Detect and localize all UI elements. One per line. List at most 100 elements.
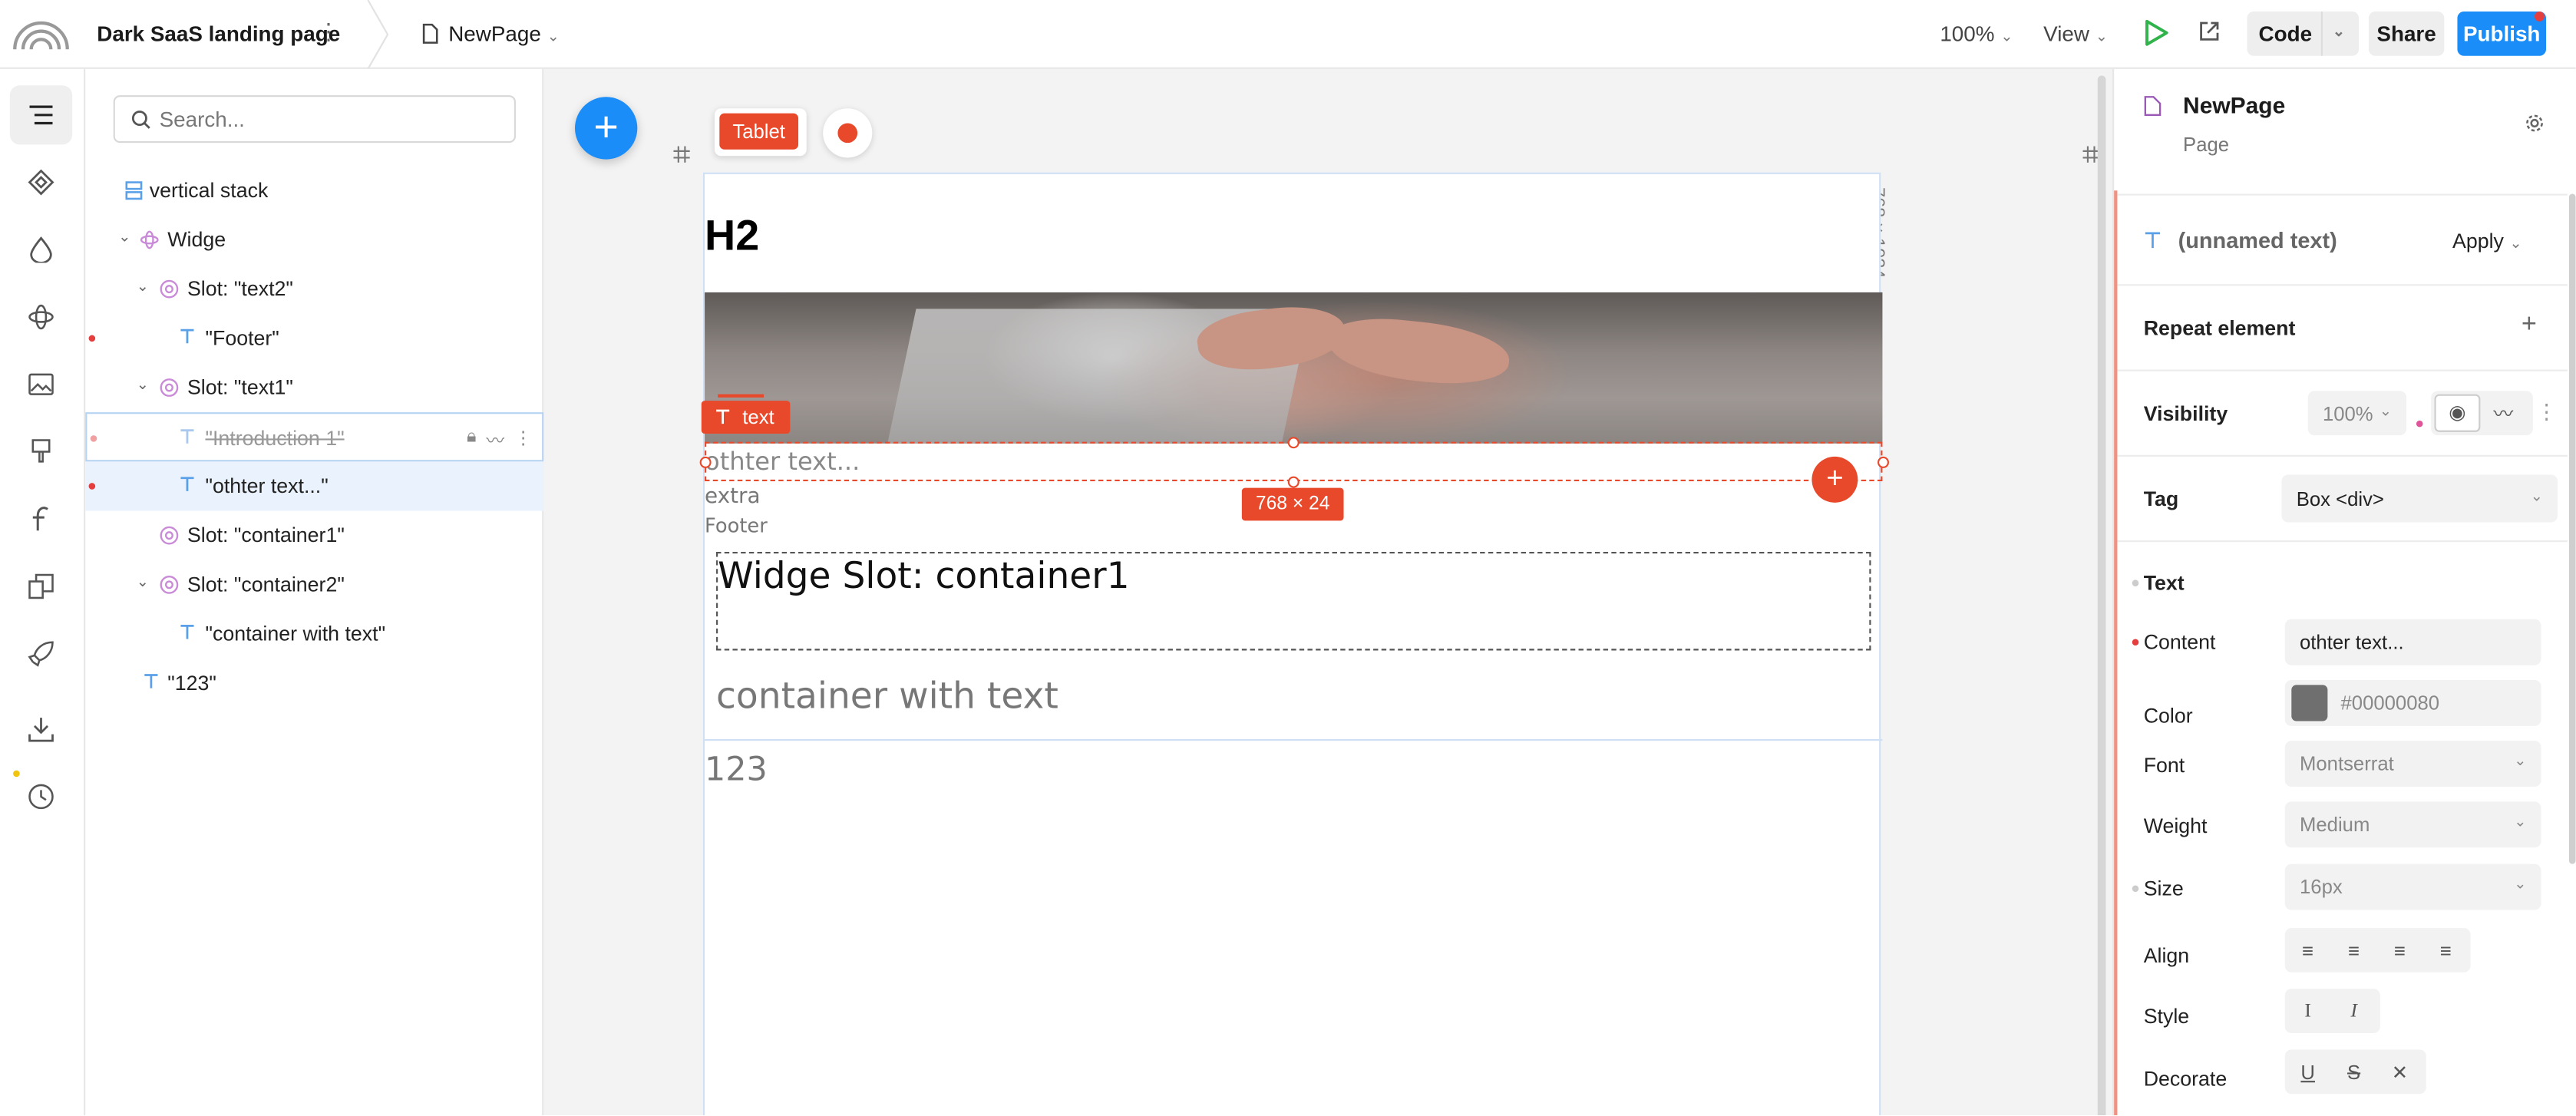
open-external-icon[interactable] xyxy=(2198,20,2221,43)
frame-icon[interactable] xyxy=(673,146,690,163)
layer-row[interactable]: "container with text" xyxy=(85,609,543,659)
publish-button[interactable]: Publish xyxy=(2457,11,2547,56)
chevron-down-icon[interactable]: ⌄ xyxy=(118,228,130,246)
color-value: #00000080 xyxy=(2340,691,2440,715)
play-icon[interactable] xyxy=(2144,18,2170,48)
styles-tab[interactable] xyxy=(10,220,72,279)
panel-scrollbar[interactable] xyxy=(2568,193,2576,864)
lock-icon[interactable]: 🔒︎ xyxy=(467,427,477,453)
layer-row[interactable]: ⌄ Widge xyxy=(85,215,543,264)
align-left-icon[interactable]: ≡ xyxy=(2285,939,2331,962)
align-center-icon[interactable]: ≡ xyxy=(2331,939,2377,962)
add-element-button[interactable]: + xyxy=(575,97,638,160)
size-select[interactable]: 16px ⌄ xyxy=(2284,863,2541,910)
device-selector[interactable]: Tablet xyxy=(714,108,807,157)
text-icon xyxy=(180,429,194,444)
properties-panel: NewPage Page (unnamed text) Apply ⌄ Repe… xyxy=(2112,68,2576,1116)
drop-icon xyxy=(30,236,52,263)
canvas-scrollbar[interactable] xyxy=(2097,75,2106,1116)
eye-icon[interactable]: ◉ xyxy=(2434,394,2481,432)
color-input[interactable]: #00000080 xyxy=(2284,679,2541,726)
project-menu-icon[interactable]: ⋮ xyxy=(317,18,340,46)
widgets-tab[interactable] xyxy=(10,288,72,347)
weight-select[interactable]: Medium ⌄ xyxy=(2284,801,2541,848)
underline-icon[interactable]: U xyxy=(2285,1060,2331,1083)
resize-handle-right[interactable] xyxy=(1878,456,1889,468)
text-icon xyxy=(180,329,194,344)
eye-closed-icon[interactable]: 〰 xyxy=(2480,399,2526,427)
view-label: View xyxy=(2043,21,2089,46)
apply-dropdown[interactable]: Apply ⌄ xyxy=(2452,230,2522,253)
more-icon[interactable]: ⋮ xyxy=(2536,399,2557,424)
add-icon[interactable]: + xyxy=(2522,310,2537,340)
eye-closed-icon[interactable]: 〰 xyxy=(486,427,504,453)
layer-row[interactable]: "Footer" xyxy=(85,314,543,363)
themes-tab[interactable] xyxy=(10,422,72,481)
chevron-down-icon[interactable]: ⌄ xyxy=(137,573,149,592)
insert-after-button[interactable]: + xyxy=(1811,456,1858,503)
design-canvas[interactable]: + Tablet 768 × 1024 H2 text othter text.… xyxy=(543,68,2113,1116)
align-right-icon[interactable]: ≡ xyxy=(2377,939,2423,962)
layer-row[interactable]: "Introduction 1" 🔒︎ 〰 ⋮ xyxy=(85,412,544,462)
more-icon[interactable]: ⋮ xyxy=(514,427,533,453)
import-tab[interactable] xyxy=(10,700,72,759)
chevron-down-icon: ⌄ xyxy=(2095,28,2108,45)
clear-decoration-icon[interactable]: ✕ xyxy=(2377,1060,2423,1083)
opacity-select[interactable]: 100% ⌄ xyxy=(2307,391,2407,436)
extra-text[interactable]: extra xyxy=(705,484,760,509)
app-window: Dark SaaS landing page ⋮ NewPage ⌄ 100% … xyxy=(0,0,2576,1116)
history-tab[interactable] xyxy=(10,767,72,826)
layer-row[interactable]: ⌄ Slot: "container2" xyxy=(85,560,543,609)
hero-image[interactable] xyxy=(705,292,1883,444)
tag-select[interactable]: Box <div> ⌄ xyxy=(2281,474,2558,523)
container-text[interactable]: container with text xyxy=(716,677,1058,718)
resize-handle-left[interactable] xyxy=(699,456,712,468)
layers-tab[interactable] xyxy=(9,85,73,145)
element-name[interactable]: (unnamed text) xyxy=(2178,228,2337,253)
tag-label: Tag xyxy=(2143,487,2179,511)
resize-handle-top[interactable] xyxy=(1287,437,1300,449)
chevron-down-icon[interactable]: ⌄ xyxy=(2333,23,2345,41)
layer-row[interactable]: ⌄ Slot: "text1" xyxy=(85,363,543,412)
fonts-tab[interactable] xyxy=(10,490,72,549)
footer-text[interactable]: Footer xyxy=(705,514,768,537)
chevron-down-icon[interactable]: ⌄ xyxy=(137,376,149,395)
content-input[interactable]: othter text... xyxy=(2284,619,2541,665)
gear-icon[interactable] xyxy=(2525,114,2545,134)
slot-container1[interactable]: Widge Slot: container1 xyxy=(716,552,1871,651)
view-menu[interactable]: View ⌄ xyxy=(2043,21,2108,46)
text-123[interactable]: 123 xyxy=(705,749,768,788)
layer-row[interactable]: vertical stack xyxy=(85,166,543,215)
project-title[interactable]: Dark SaaS landing page xyxy=(97,21,340,46)
artboard[interactable]: H2 text othter text... extra Footer 768 … xyxy=(699,172,1889,1116)
resize-handle-bottom[interactable] xyxy=(1287,476,1300,488)
logo-icon[interactable] xyxy=(12,13,71,52)
layer-row[interactable]: "123" xyxy=(85,659,543,708)
zoom-selector[interactable]: 100% ⌄ xyxy=(1940,21,2013,46)
clock-icon xyxy=(28,784,54,810)
record-button[interactable] xyxy=(823,108,873,158)
color-swatch[interactable] xyxy=(2291,685,2328,721)
pages-tab[interactable] xyxy=(10,556,72,616)
font-select[interactable]: Montserrat ⌄ xyxy=(2284,741,2541,787)
layer-row[interactable]: Slot: "container1" xyxy=(85,511,543,560)
assets-tab[interactable] xyxy=(10,355,72,414)
italic-icon[interactable]: I xyxy=(2331,999,2377,1023)
page-selector[interactable]: NewPage ⌄ xyxy=(448,21,560,46)
code-button[interactable]: Code ⌄ xyxy=(2247,11,2360,56)
frame-icon[interactable] xyxy=(2082,146,2099,163)
share-button[interactable]: Share xyxy=(2368,11,2445,56)
layer-row-selected[interactable]: "othter text..." xyxy=(85,461,544,511)
chevron-down-icon: ⌄ xyxy=(2379,402,2392,419)
deploy-tab[interactable] xyxy=(10,624,72,683)
layer-row[interactable]: ⌄ Slot: "text2" xyxy=(85,265,543,314)
chevron-down-icon: ⌄ xyxy=(2514,752,2527,769)
search-input[interactable] xyxy=(159,107,488,132)
upright-icon[interactable]: I xyxy=(2285,999,2331,1023)
strikethrough-icon[interactable]: S xyxy=(2331,1060,2377,1083)
components-tab[interactable] xyxy=(10,153,72,212)
chevron-down-icon[interactable]: ⌄ xyxy=(137,278,149,296)
heading-h2[interactable]: H2 xyxy=(705,210,759,261)
align-justify-icon[interactable]: ≡ xyxy=(2423,939,2469,962)
panel-subtitle: Page xyxy=(2183,133,2230,157)
